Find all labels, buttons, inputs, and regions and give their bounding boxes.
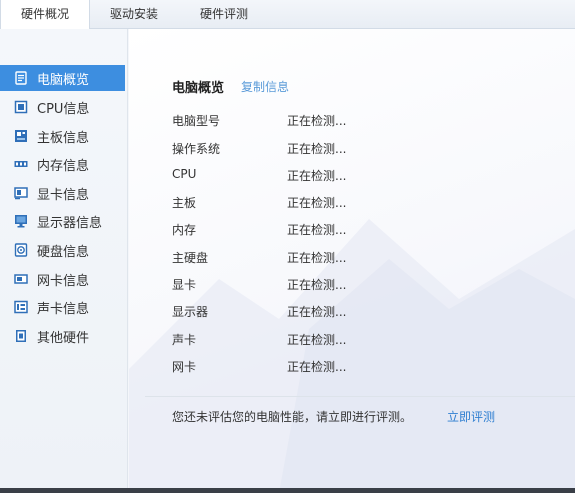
computer-overview-icon xyxy=(14,71,28,85)
sound-card-icon xyxy=(14,300,28,314)
tab-bar: 硬件概况 驱动安装 硬件评测 xyxy=(0,0,575,30)
copy-info-link[interactable]: 复制信息 xyxy=(241,78,289,95)
info-value-network-card: 正在检测... xyxy=(287,360,347,374)
sidebar-item-computer-overview[interactable]: 电脑概览 xyxy=(0,65,125,91)
info-value-primary-disk: 正在检测... xyxy=(287,251,347,265)
info-label-computer-model: 电脑型号 xyxy=(172,114,221,128)
page-title: 电脑概览 xyxy=(172,81,225,96)
divider xyxy=(145,396,575,397)
sidebar-item-label: 其他硬件 xyxy=(37,330,90,346)
info-value-motherboard: 正在检测... xyxy=(287,196,347,210)
tab-hardware-overview[interactable]: 硬件概况 xyxy=(0,0,90,30)
window-bottom-edge xyxy=(0,488,575,493)
sidebar-item-sound-card[interactable]: 声卡信息 xyxy=(0,294,125,320)
sidebar-item-label: 显卡信息 xyxy=(37,187,90,203)
info-value-operating-system: 正在检测... xyxy=(287,142,347,156)
motherboard-icon xyxy=(14,129,28,143)
sidebar-item-other-hardware[interactable]: 其他硬件 xyxy=(0,323,125,349)
sidebar-item-label: 硬盘信息 xyxy=(37,244,90,260)
info-label-network-card: 网卡 xyxy=(172,360,197,374)
sidebar-item-monitor[interactable]: 显示器信息 xyxy=(0,208,125,234)
network-card-icon xyxy=(14,272,28,286)
sidebar-item-label: 显示器信息 xyxy=(37,215,103,231)
sidebar-item-network-card[interactable]: 网卡信息 xyxy=(0,266,125,292)
info-label-primary-disk: 主硬盘 xyxy=(172,251,209,265)
sidebar-item-label: 电脑概览 xyxy=(37,72,90,88)
tab-hardware-benchmark[interactable]: 硬件评测 xyxy=(178,0,270,29)
sidebar-item-graphics-card[interactable]: 显卡信息 xyxy=(0,180,125,206)
memory-icon xyxy=(14,157,28,171)
benchmark-notice: 您还未评估您的电脑性能，请立即进行评测。 xyxy=(172,410,413,424)
info-value-cpu: 正在检测... xyxy=(287,169,347,183)
sidebar-item-memory[interactable]: 内存信息 xyxy=(0,151,125,177)
sidebar-item-label: 网卡信息 xyxy=(37,273,90,289)
sidebar-item-label: 声卡信息 xyxy=(37,301,90,317)
info-label-monitor: 显示器 xyxy=(172,305,209,319)
graphics-card-icon xyxy=(14,186,28,200)
monitor-icon xyxy=(14,214,28,228)
sidebar-item-cpu[interactable]: CPU信息 xyxy=(0,94,125,120)
sidebar-item-label: 主板信息 xyxy=(37,130,90,146)
info-label-cpu: CPU xyxy=(172,167,197,181)
sidebar-item-hard-disk[interactable]: 硬盘信息 xyxy=(0,237,125,263)
tab-driver-install[interactable]: 驱动安装 xyxy=(90,0,178,29)
info-value-sound-card: 正在检测... xyxy=(287,333,347,347)
info-label-sound-card: 声卡 xyxy=(172,333,197,347)
other-hardware-icon xyxy=(14,329,28,343)
overview-panel: 电脑概览 复制信息 电脑型号 正在检测... 操作系统 正在检测... CPU … xyxy=(129,29,575,493)
sidebar: 电脑概览 CPU信息 主板信息 内存信息 显卡信息 显示器信息 硬盘信息 网卡信… xyxy=(0,29,128,493)
info-label-graphics: 显卡 xyxy=(172,278,197,292)
info-value-monitor: 正在检测... xyxy=(287,305,347,319)
info-label-operating-system: 操作系统 xyxy=(172,142,221,156)
info-value-computer-model: 正在检测... xyxy=(287,114,347,128)
sidebar-item-label: 内存信息 xyxy=(37,158,90,174)
info-label-motherboard: 主板 xyxy=(172,196,197,210)
sidebar-item-label: CPU信息 xyxy=(37,101,90,117)
info-value-graphics: 正在检测... xyxy=(287,278,347,292)
evaluate-now-link[interactable]: 立即评测 xyxy=(447,408,495,425)
cpu-icon xyxy=(14,100,28,114)
info-label-memory: 内存 xyxy=(172,223,197,237)
info-value-memory: 正在检测... xyxy=(287,223,347,237)
sidebar-item-motherboard[interactable]: 主板信息 xyxy=(0,123,125,149)
hard-disk-icon xyxy=(14,243,28,257)
